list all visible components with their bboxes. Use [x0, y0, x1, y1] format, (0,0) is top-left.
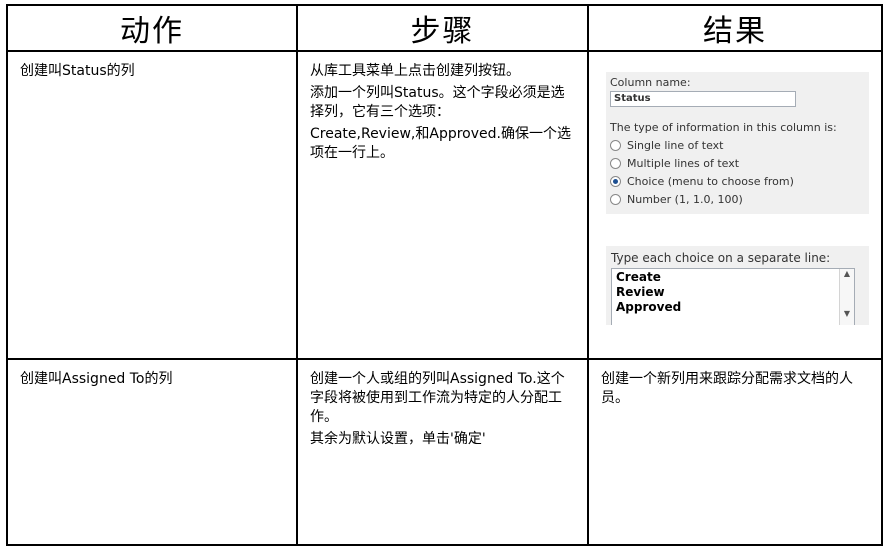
step-text: 添加一个列叫Status。这个字段必须是选择列，它有三个选项：: [310, 85, 565, 120]
header-row: 动作 步骤 结果: [6, 4, 883, 52]
step-text: Create,Review,和Approved.确保一个选项在一行上。: [310, 126, 571, 161]
header-result: 结果: [587, 4, 883, 52]
type-label: The type of information in this column i…: [610, 121, 837, 134]
radio-number[interactable]: Number (1, 1.0, 100): [610, 190, 865, 208]
action-text: 创建叫Assigned To的列: [20, 371, 173, 387]
radio-choice[interactable]: Choice (menu to choose from): [610, 172, 865, 190]
steps-cell: 创建一个人或组的列叫Assigned To.这个字段将被使用到工作流为特定的人分…: [296, 358, 589, 546]
result-cell: Column name: Status The type of informat…: [587, 50, 883, 360]
radio-icon: [610, 193, 621, 205]
steps-table: 动作 步骤 结果 创建叫Status的列 从库工具菜单上点击创建列按钮。 添加一…: [6, 4, 883, 546]
radio-icon: [610, 139, 621, 151]
scroll-up-icon[interactable]: ▲: [840, 269, 854, 279]
choice-item: Review: [616, 285, 665, 299]
header-action: 动作: [6, 4, 298, 52]
radio-multiple-lines[interactable]: Multiple lines of text: [610, 154, 865, 172]
column-name-input[interactable]: Status: [610, 91, 796, 107]
choices-label: Type each choice on a separate line:: [611, 251, 831, 265]
step-text: 从库工具菜单上点击创建列按钮。: [310, 63, 520, 79]
table-row: 创建叫Status的列 从库工具菜单上点击创建列按钮。 添加一个列叫Status…: [6, 50, 883, 360]
column-name-label: Column name:: [610, 76, 691, 89]
scrollbar[interactable]: ▲ ▼: [839, 269, 854, 325]
steps-cell: 从库工具菜单上点击创建列按钮。 添加一个列叫Status。这个字段必须是选择列，…: [296, 50, 589, 360]
column-settings-panel: Column name: Status The type of informat…: [606, 72, 869, 214]
header-steps: 步骤: [296, 4, 589, 52]
action-text: 创建叫Status的列: [20, 63, 135, 79]
choices-textarea[interactable]: Create Review Approved ▲ ▼: [611, 268, 855, 325]
scroll-down-icon[interactable]: ▼: [840, 309, 854, 319]
radio-selected-icon: [610, 175, 621, 187]
result-text: 创建一个新列用来跟踪分配需求文档的人员。: [601, 371, 853, 406]
choices-panel: Type each choice on a separate line: Cre…: [606, 246, 869, 325]
sharepoint-screenshot: Column name: Status The type of informat…: [606, 72, 869, 325]
radio-single-line[interactable]: Single line of text: [610, 136, 865, 154]
step-text: 其余为默认设置，单击'确定': [310, 431, 486, 447]
choice-item: Create: [616, 270, 661, 284]
step-text: 创建一个人或组的列叫Assigned To.这个字段将被使用到工作流为特定的人分…: [310, 371, 565, 425]
result-cell: 创建一个新列用来跟踪分配需求文档的人员。: [587, 358, 883, 546]
action-cell: 创建叫Status的列: [6, 50, 298, 360]
action-cell: 创建叫Assigned To的列: [6, 358, 298, 546]
table-row: 创建叫Assigned To的列 创建一个人或组的列叫Assigned To.这…: [6, 358, 883, 546]
radio-icon: [610, 157, 621, 169]
choice-item: Approved: [616, 300, 682, 314]
